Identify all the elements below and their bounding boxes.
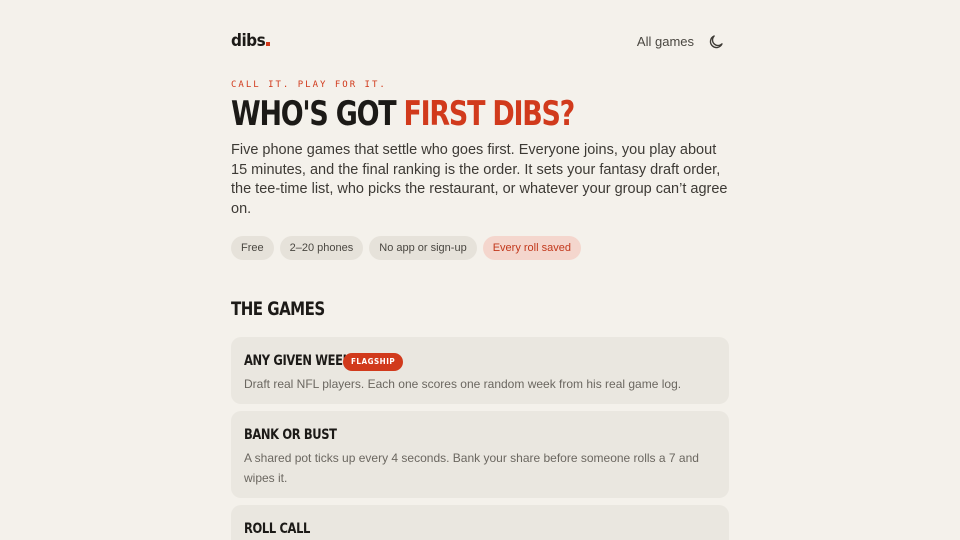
nav-all-games-link[interactable]: All games <box>637 33 694 51</box>
moon-icon <box>709 35 723 49</box>
game-card-description: A shared pot ticks up every 4 seconds. B… <box>244 451 699 485</box>
game-card-any-given-week[interactable]: ANY GIVEN WEEK FLAGSHIP Draft real NFL p… <box>231 337 729 404</box>
logo-dot <box>266 42 271 46</box>
page: dibs All games CALL IT. PLAY FOR IT. WHO… <box>0 0 960 540</box>
flagship-badge: FLAGSHIP <box>343 353 404 371</box>
game-card-roll-call[interactable]: ROLL CALL <box>231 505 729 540</box>
game-card-title: BANK OR BUST <box>244 427 337 443</box>
site-header: dibs All games <box>231 30 729 56</box>
pill-every-roll-saved: Every roll saved <box>482 236 581 260</box>
hero-title-plain: WHO'S GOT <box>231 94 404 134</box>
game-card-description: Draft real NFL players. Each one scores … <box>244 377 682 391</box>
game-card-title: ANY GIVEN WEEK <box>244 353 352 369</box>
pill-free: Free <box>231 236 274 260</box>
hero-title-accent: FIRST DIBS? <box>403 94 575 134</box>
games-section-title: THE GAMES <box>231 298 325 320</box>
feature-pills: Free 2–20 phones No app or sign-up Every… <box>231 236 581 260</box>
theme-toggle-button[interactable] <box>707 33 725 51</box>
logo[interactable]: dibs <box>231 30 271 52</box>
pill-no-app: No app or sign-up <box>369 236 477 260</box>
hero-title: WHO'S GOT FIRST DIBS? <box>231 94 575 134</box>
game-card-title: ROLL CALL <box>244 521 310 537</box>
hero-description: Five phone games that settle who goes fi… <box>231 142 728 217</box>
hero-eyebrow: CALL IT. PLAY FOR IT. <box>231 80 387 90</box>
game-card-bank-or-bust[interactable]: BANK OR BUST A shared pot ticks up every… <box>231 411 729 498</box>
pill-phones: 2–20 phones <box>279 236 364 260</box>
logo-text: dibs <box>231 31 266 51</box>
